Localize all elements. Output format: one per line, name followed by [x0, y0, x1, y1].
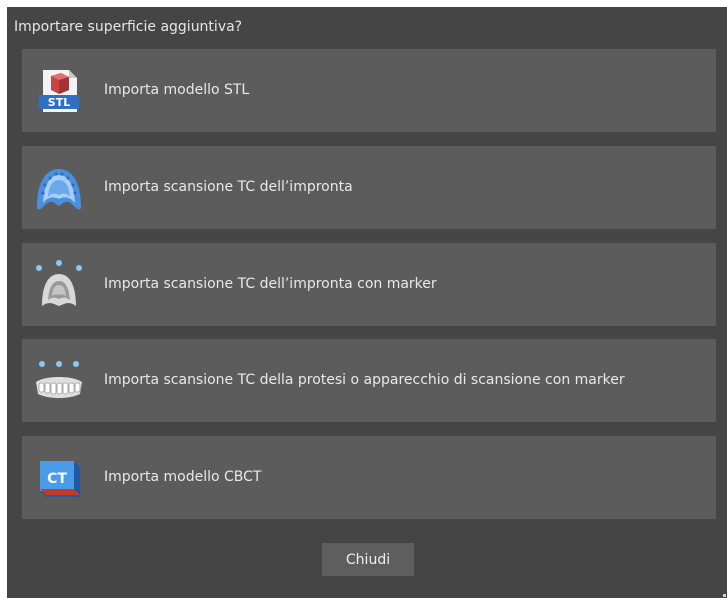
impression-icon: [34, 163, 84, 213]
import-cbct-label: Importa modello CBCT: [104, 469, 262, 485]
prosthesis-marker-icon: [34, 356, 84, 406]
import-impression-marker-label: Importa scansione TC dell’impronta con m…: [104, 276, 437, 292]
import-prosthesis-marker-option[interactable]: Importa scansione TC della protesi o app…: [22, 339, 716, 422]
resize-grip[interactable]: [723, 594, 726, 597]
import-stl-option[interactable]: STL Importa modello STL: [22, 49, 716, 132]
cbct-model-icon: CT: [34, 453, 84, 503]
import-impression-option[interactable]: Importa scansione TC dell’impronta: [22, 146, 716, 229]
close-button[interactable]: Chiudi: [322, 543, 414, 576]
import-surface-dialog: Importare superficie aggiuntiva? STL Imp…: [7, 7, 727, 598]
stl-file-icon: STL: [34, 66, 84, 116]
impression-marker-icon: [34, 260, 84, 310]
import-stl-label: Importa modello STL: [104, 82, 250, 98]
import-prosthesis-marker-label: Importa scansione TC della protesi o app…: [104, 372, 625, 388]
import-impression-marker-option[interactable]: Importa scansione TC dell’impronta con m…: [22, 243, 716, 326]
dialog-title: Importare superficie aggiuntiva?: [14, 19, 243, 35]
stl-icon-text: STL: [48, 96, 70, 109]
cbct-icon-text: CT: [47, 471, 67, 487]
import-cbct-option[interactable]: CT Importa modello CBCT: [22, 436, 716, 519]
import-impression-label: Importa scansione TC dell’impronta: [104, 179, 353, 195]
